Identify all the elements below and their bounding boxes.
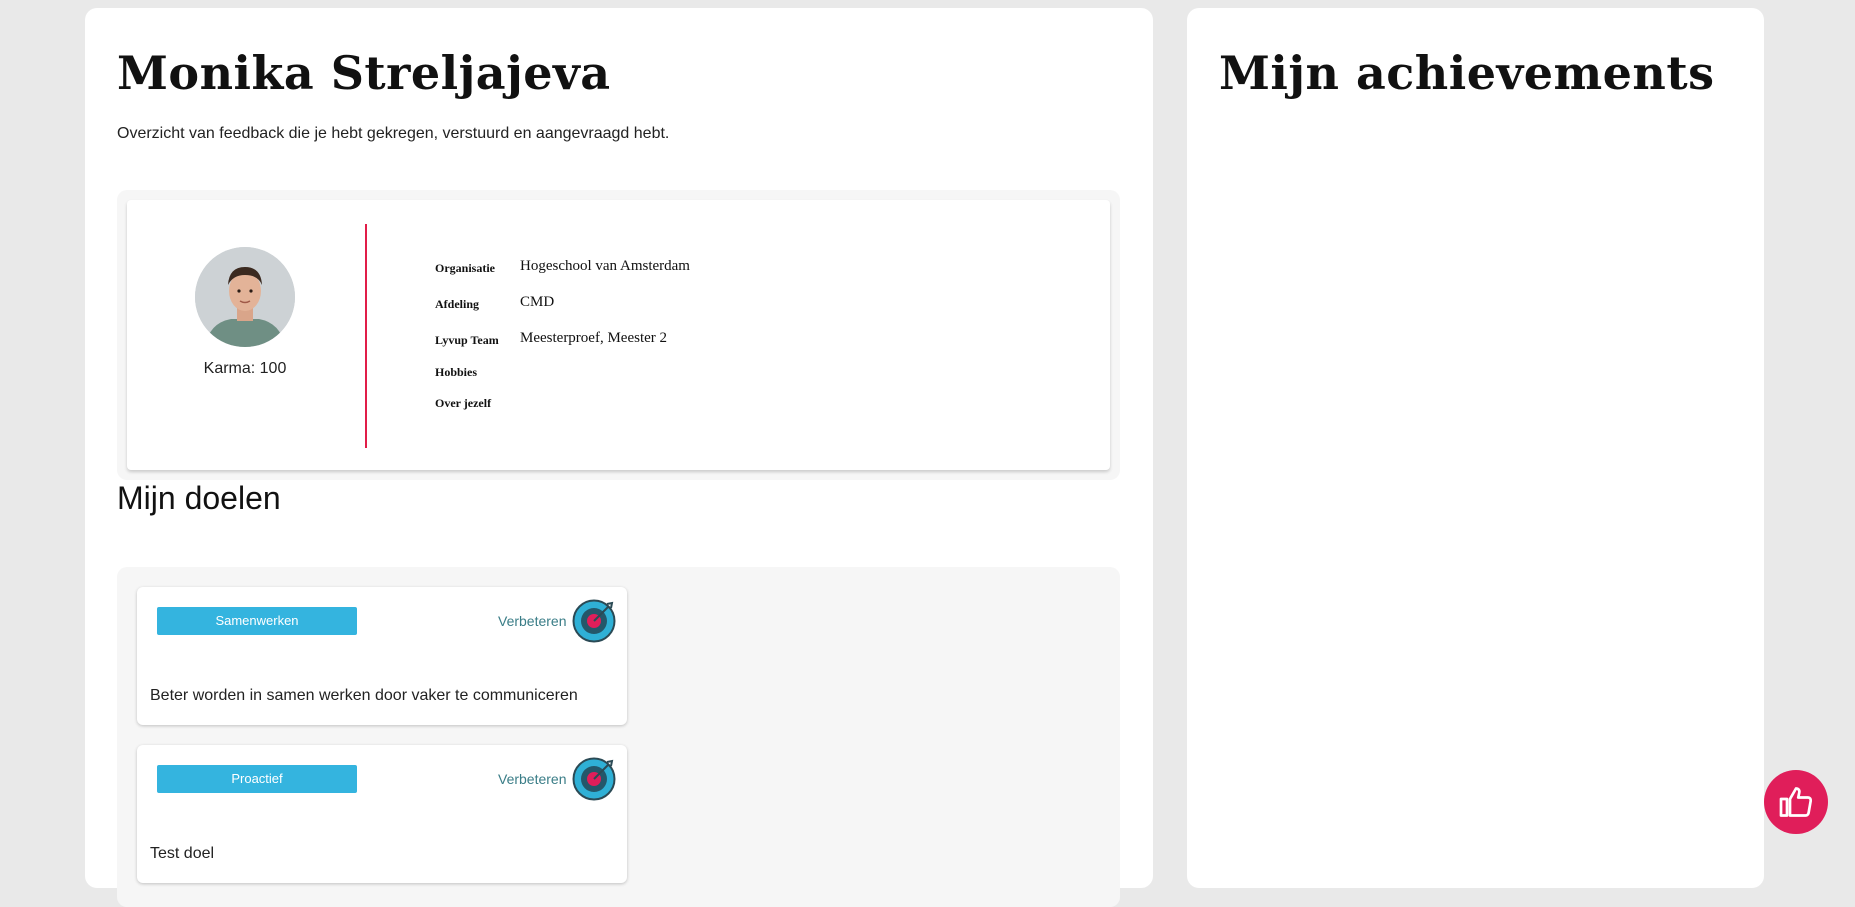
info-row-organisatie: Organisatie Hogeschool van Amsterdam [435,258,690,294]
info-row-hobbies: Hobbies [435,362,690,393]
thumbs-up-icon [1779,787,1813,817]
page-title: Monika Streljajeva [117,46,611,100]
info-row-lyvup-team: Lyvup Team Meesterproef, Meester 2 [435,330,690,362]
goal-description: Test doel [150,845,215,862]
goal-description: Beter worden in samen werken door vaker … [150,687,578,704]
goal-card[interactable]: Proactief Verbeteren Test doel [137,745,627,883]
avatar [195,247,295,347]
info-label: Organisatie [435,261,495,275]
achievements-panel: Mijn achievements [1187,8,1764,888]
goal-status: Verbeteren [498,613,567,629]
info-label: Afdeling [435,297,480,311]
target-icon [572,599,616,643]
goal-tag: Proactief [157,765,357,793]
info-row-afdeling: Afdeling CMD [435,294,690,330]
target-icon [572,757,616,801]
info-value: CMD [520,294,555,310]
like-button[interactable] [1764,770,1828,834]
profile-card: Karma: 100 Organisatie Hogeschool van Am… [127,200,1110,470]
achievements-title: Mijn achievements [1219,46,1715,100]
goal-status: Verbeteren [498,771,567,787]
info-label: Over jezelf [435,396,492,410]
goal-tag: Samenwerken [157,607,357,635]
info-label: Hobbies [435,365,478,379]
profile-panel: Monika Streljajeva Overzicht van feedbac… [85,8,1153,907]
profile-info: Organisatie Hogeschool van Amsterdam Afd… [435,258,690,424]
goals-section: Samenwerken Verbeteren Beter worden in s… [117,567,1120,907]
info-label: Lyvup Team [435,333,499,347]
profile-section: Karma: 100 Organisatie Hogeschool van Am… [117,190,1120,480]
info-row-over-jezelf: Over jezelf [435,393,690,424]
info-value: Hogeschool van Amsterdam [520,258,690,274]
profile-divider [365,224,367,448]
goal-card[interactable]: Samenwerken Verbeteren Beter worden in s… [137,587,627,725]
goals-title: Mijn doelen [117,480,281,516]
info-value: Meesterproef, Meester 2 [520,330,668,346]
page-subtitle: Overzicht van feedback die je hebt gekre… [117,125,670,142]
karma-score: Karma: 100 [203,360,287,377]
